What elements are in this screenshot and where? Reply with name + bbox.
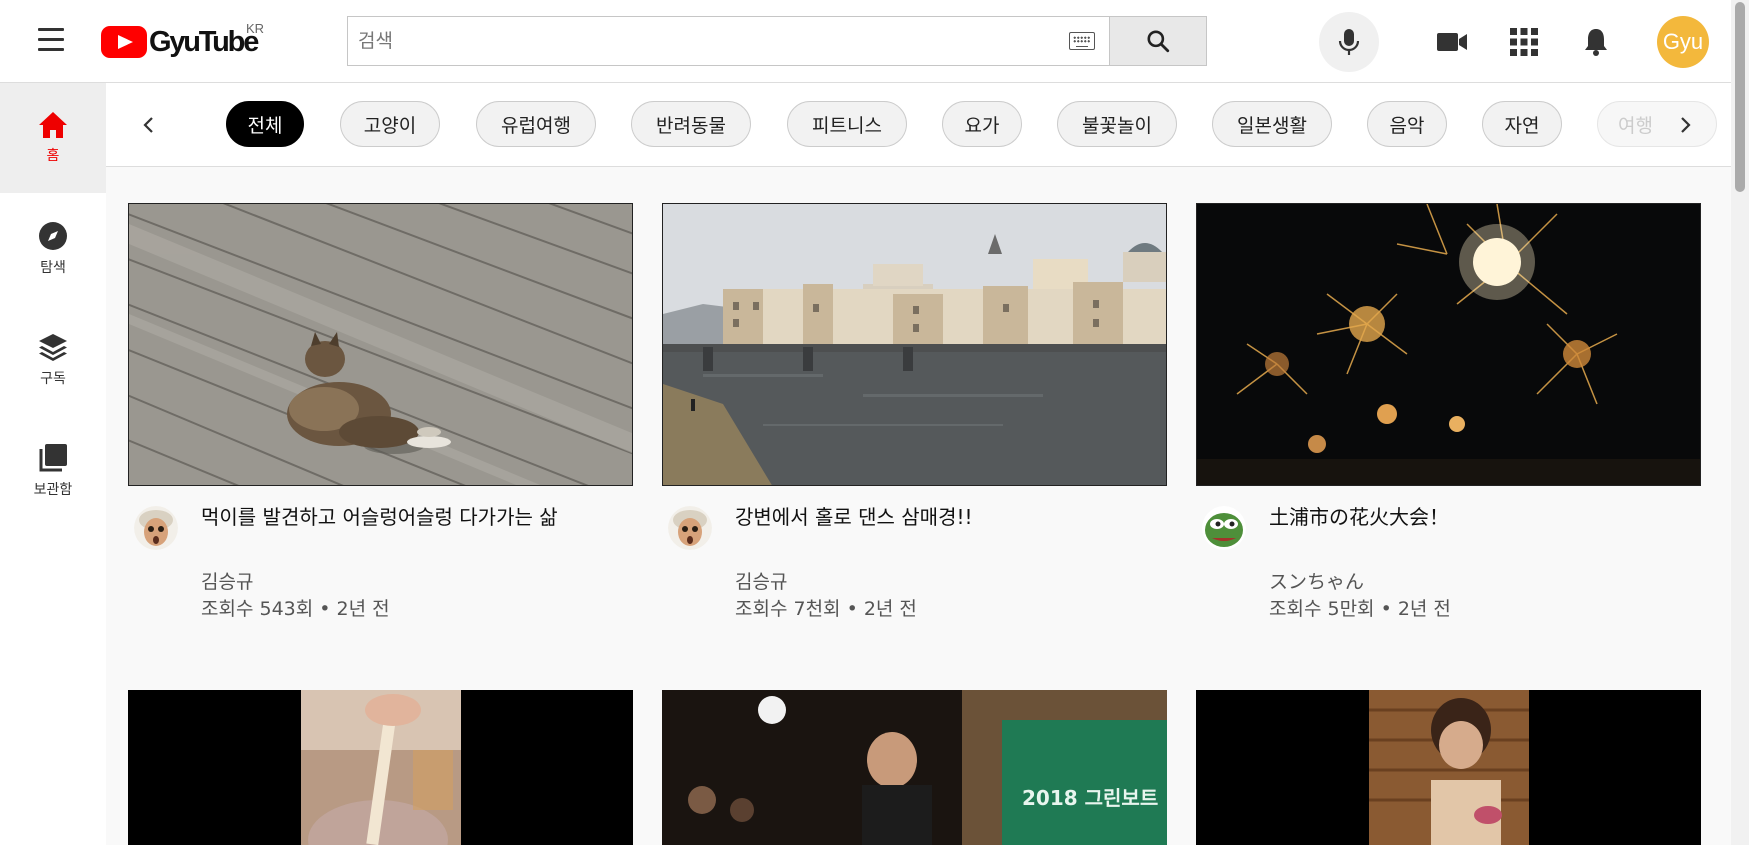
sidebar-item-home[interactable]: 홈 [0, 83, 106, 193]
video-title[interactable]: 강변에서 홀로 댄스 삼매경!! [735, 503, 1115, 532]
poster-text: 2018 그린보트 [1022, 786, 1158, 810]
scrollbar-thumb[interactable] [1735, 2, 1745, 192]
sidebar-item-label: 구독 [40, 370, 66, 387]
chip-europe-travel[interactable]: 유럽여행 [476, 101, 596, 147]
video-title[interactable]: 土浦市の花火大会！ [1269, 503, 1649, 532]
video-meta: 조회수 7천회 • 2년 전 [735, 598, 917, 620]
hamburger-icon[interactable] [38, 28, 64, 54]
notifications-button[interactable] [1576, 22, 1616, 62]
chip-list: 전체 고양이 유럽여행 반려동물 피트니스 요가 불꽃놀이 일본생활 음악 자연… [226, 101, 1746, 149]
search-input[interactable] [358, 30, 1069, 52]
create-button[interactable] [1432, 22, 1472, 62]
chip-cat[interactable]: 고양이 [340, 101, 440, 147]
compass-icon [39, 221, 67, 250]
play-logo-icon [101, 26, 147, 58]
video-thumbnail[interactable] [128, 203, 633, 486]
video-thumbnail[interactable] [1196, 203, 1701, 486]
channel-name[interactable]: 김승규 [735, 567, 787, 594]
home-icon [39, 112, 67, 138]
voice-search-button[interactable] [1319, 12, 1379, 72]
video-thumbnail[interactable] [128, 690, 633, 845]
apps-button[interactable] [1504, 22, 1544, 62]
video-card[interactable]: 강변에서 홀로 댄스 삼매경!! 김승규 조회수 7천회 • 2년 전 [662, 203, 1167, 623]
account-avatar[interactable]: Gyu [1657, 16, 1709, 68]
chip-nature[interactable]: 자연 [1482, 101, 1562, 147]
bell-icon [1585, 29, 1607, 56]
sidebar-item-label: 홈 [46, 148, 60, 164]
channel-avatar[interactable] [1202, 506, 1246, 550]
sidebar-item-label: 보관함 [33, 481, 73, 498]
sidebar-item-subscriptions[interactable]: 구독 [0, 304, 106, 415]
logo[interactable]: GyuTube KR [101, 21, 264, 62]
search-button[interactable] [1109, 16, 1207, 66]
sidebar-item-explore[interactable]: 탐색 [0, 193, 106, 304]
video-thumbnail[interactable]: 2018 그린보트 [662, 690, 1167, 845]
category-chip-bar: 전체 고양이 유럽여행 반려동물 피트니스 요가 불꽃놀이 일본생활 음악 자연… [106, 83, 1731, 167]
chip-all[interactable]: 전체 [226, 101, 304, 147]
chips-prev-button[interactable] [128, 105, 168, 145]
keyboard-icon[interactable] [1069, 32, 1095, 50]
mic-icon [1338, 29, 1360, 55]
logo-region: KR [246, 21, 265, 36]
logo-text: GyuTube [149, 25, 259, 58]
video-meta: 조회수 543회 • 2년 전 [201, 598, 390, 620]
chip-yoga[interactable]: 요가 [942, 101, 1022, 147]
subscriptions-icon [39, 333, 67, 361]
chevron-left-icon [143, 117, 153, 133]
library-icon [39, 443, 67, 471]
channel-name[interactable]: スンちゃん [1269, 567, 1364, 594]
video-card[interactable]: 2018 그린보트 [662, 690, 1167, 845]
channel-avatar[interactable] [134, 506, 178, 550]
chip-fitness[interactable]: 피트니스 [787, 101, 907, 147]
channel-avatar[interactable] [668, 506, 712, 550]
chip-music[interactable]: 음악 [1367, 101, 1447, 147]
chips-next-button[interactable] [1666, 105, 1706, 145]
video-thumbnail[interactable] [1196, 690, 1701, 845]
video-card[interactable] [1196, 690, 1701, 845]
video-card[interactable] [128, 690, 633, 845]
top-header: GyuTube KR Gyu [0, 0, 1731, 83]
search-bar [347, 16, 1207, 66]
video-camera-icon [1437, 33, 1467, 51]
chip-fireworks[interactable]: 불꽃놀이 [1057, 101, 1177, 147]
sidebar-item-library[interactable]: 보관함 [0, 415, 106, 526]
sidebar: 홈 탐색 구독 보관함 [0, 83, 106, 845]
video-thumbnail[interactable] [662, 203, 1167, 486]
sidebar-item-label: 탐색 [40, 259, 66, 276]
apps-grid-icon [1510, 28, 1538, 56]
chevron-right-icon [1681, 117, 1691, 133]
chip-japan-life[interactable]: 일본생활 [1212, 101, 1332, 147]
video-card[interactable]: 土浦市の花火大会！ スンちゃん 조회수 5만회 • 2년 전 [1196, 203, 1701, 623]
search-icon [1147, 30, 1170, 53]
chip-pets[interactable]: 반려동물 [631, 101, 751, 147]
page-scrollbar[interactable] [1731, 0, 1749, 845]
channel-name[interactable]: 김승규 [201, 567, 253, 594]
video-meta: 조회수 5만회 • 2년 전 [1269, 598, 1451, 620]
search-box [347, 16, 1109, 66]
video-card[interactable]: 먹이를 발견하고 어슬렁어슬렁 다가가는 삶 김승규 조회수 543회 • 2년… [128, 203, 633, 623]
video-title[interactable]: 먹이를 발견하고 어슬렁어슬렁 다가가는 삶 [201, 503, 581, 532]
